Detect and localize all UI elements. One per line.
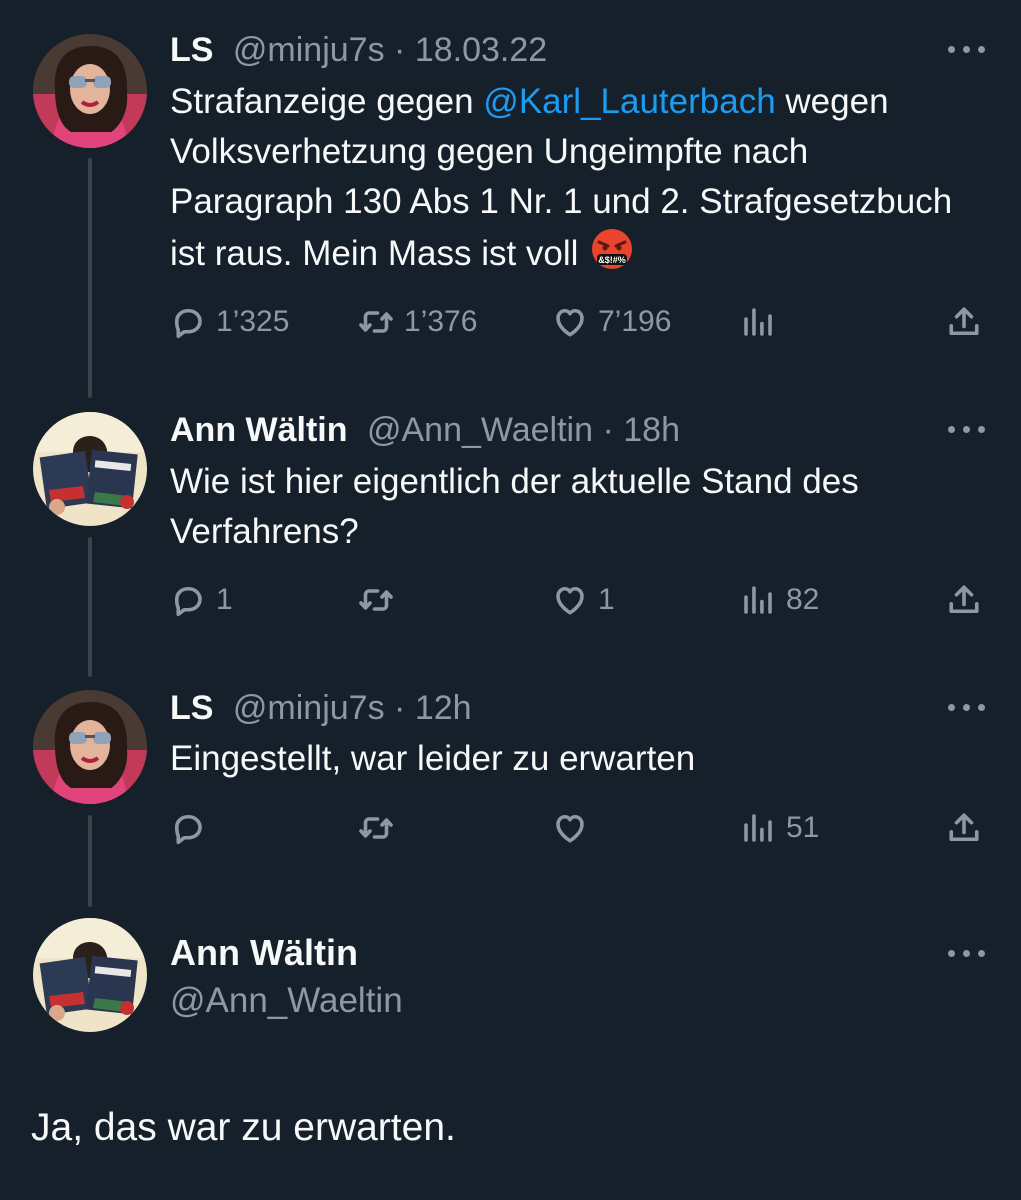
thread-line bbox=[88, 815, 92, 907]
like-count: 1 bbox=[598, 583, 615, 616]
author-name[interactable]: Ann Wältin bbox=[170, 411, 348, 449]
views-icon bbox=[740, 810, 776, 846]
tweet-time[interactable]: 18h bbox=[623, 411, 680, 449]
more-icon[interactable] bbox=[945, 420, 989, 440]
thread-line bbox=[88, 158, 92, 398]
more-icon[interactable] bbox=[945, 944, 989, 964]
share-button[interactable] bbox=[946, 804, 982, 852]
reply-count: 1 bbox=[216, 583, 233, 616]
reply-button[interactable] bbox=[170, 804, 216, 852]
main-tweet-text: Ja, das war zu erwarten. bbox=[31, 1106, 456, 1149]
views-button[interactable]: 51 bbox=[740, 804, 819, 852]
retweet-button[interactable] bbox=[358, 576, 404, 624]
reply-icon bbox=[170, 810, 206, 846]
share-button[interactable] bbox=[946, 298, 982, 346]
separator-dot: · bbox=[394, 31, 406, 69]
tweet-actions: 1’325 1’376 7’196 bbox=[170, 298, 988, 346]
share-icon bbox=[946, 810, 982, 846]
author-handle[interactable]: @minju7s bbox=[233, 689, 385, 727]
like-button[interactable]: 7’196 bbox=[552, 298, 671, 346]
like-icon bbox=[552, 304, 588, 340]
tweet-time[interactable]: 18.03.22 bbox=[415, 31, 547, 69]
retweet-icon bbox=[358, 582, 394, 618]
retweet-count: 1’376 bbox=[404, 305, 478, 338]
share-icon bbox=[946, 582, 982, 618]
avatar-ls[interactable] bbox=[33, 34, 147, 148]
like-icon bbox=[552, 810, 588, 846]
author-name[interactable]: LS bbox=[170, 31, 213, 69]
author-name[interactable]: LS bbox=[170, 689, 213, 727]
reply-icon bbox=[170, 304, 206, 340]
like-button[interactable]: 1 bbox=[552, 576, 615, 624]
avatar-ls[interactable] bbox=[33, 690, 147, 804]
views-icon bbox=[740, 582, 776, 618]
tweet-header: Ann Wältin @Ann_Waeltin · 18h bbox=[170, 410, 680, 450]
retweet-icon bbox=[358, 810, 394, 846]
author-handle[interactable]: @Ann_Waeltin bbox=[367, 411, 593, 449]
like-count: 7’196 bbox=[598, 305, 672, 338]
tweet-text: Wie ist hier eigentlich der aktuelle Sta… bbox=[170, 462, 859, 551]
cursing-face-emoji: &$!#% bbox=[592, 229, 633, 269]
author-name[interactable]: Ann Wältin bbox=[170, 932, 358, 974]
views-count: 82 bbox=[786, 583, 820, 616]
separator-dot: · bbox=[394, 689, 406, 727]
retweet-icon bbox=[358, 304, 394, 340]
reply-count: 1’325 bbox=[216, 305, 290, 338]
more-icon[interactable] bbox=[945, 40, 989, 60]
svg-text:&$!#%: &$!#% bbox=[598, 255, 626, 265]
views-button[interactable] bbox=[740, 298, 786, 346]
separator-dot: · bbox=[602, 411, 614, 449]
tweet-text: Strafanzeige gegen @Karl_Lauterbach wege… bbox=[170, 77, 980, 279]
avatar-ann[interactable] bbox=[33, 918, 147, 1032]
retweet-button[interactable] bbox=[358, 804, 404, 852]
views-button[interactable]: 82 bbox=[740, 576, 819, 624]
like-button[interactable] bbox=[552, 804, 598, 852]
views-icon bbox=[740, 304, 776, 340]
reply-button[interactable]: 1 bbox=[170, 576, 233, 624]
author-handle[interactable]: @Ann_Waeltin bbox=[170, 980, 403, 1022]
like-icon bbox=[552, 582, 588, 618]
tweet-text-start: Strafanzeige gegen bbox=[170, 82, 484, 121]
tweet-header: LS @minju7s · 12h bbox=[170, 688, 472, 728]
thread-line bbox=[88, 537, 92, 677]
reply-icon bbox=[170, 582, 206, 618]
share-icon bbox=[946, 304, 982, 340]
retweet-button[interactable]: 1’376 bbox=[358, 298, 477, 346]
author-handle[interactable]: @minju7s bbox=[233, 31, 385, 69]
tweet-text: Eingestellt, war leider zu erwarten bbox=[170, 739, 696, 778]
tweet-header: LS @minju7s · 18.03.22 bbox=[170, 30, 547, 70]
avatar-ann[interactable] bbox=[33, 412, 147, 526]
tweet-time[interactable]: 12h bbox=[415, 689, 472, 727]
views-count: 51 bbox=[786, 811, 820, 844]
share-button[interactable] bbox=[946, 576, 982, 624]
tweet-actions: 51 bbox=[170, 804, 988, 852]
mention-link[interactable]: @Karl_Lauterbach bbox=[483, 82, 775, 121]
more-icon[interactable] bbox=[945, 698, 989, 718]
reply-button[interactable]: 1’325 bbox=[170, 298, 289, 346]
tweet-actions: 1 1 82 bbox=[170, 576, 988, 624]
